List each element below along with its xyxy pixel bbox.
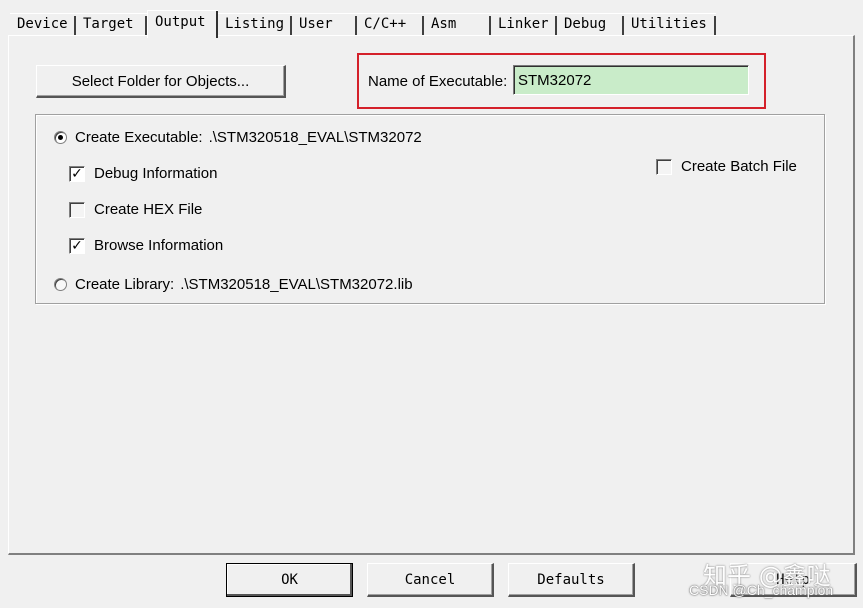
create-hex-option[interactable]: Create HEX File <box>69 201 202 218</box>
tab-label: Asm <box>431 16 457 32</box>
tab-label: Utilities <box>631 16 707 32</box>
create-batch-option[interactable]: Create Batch File <box>656 158 797 175</box>
debug-info-checkbox[interactable]: ✓ <box>69 165 85 182</box>
tab-target[interactable]: Target <box>76 13 147 36</box>
tab-cpp[interactable]: C/C++ <box>357 13 424 36</box>
tab-output[interactable]: Output <box>147 10 218 38</box>
debug-info-option[interactable]: ✓ Debug Information <box>69 165 217 182</box>
browse-info-option[interactable]: ✓ Browse Information <box>69 237 223 254</box>
tab-label: Linker <box>498 16 549 32</box>
ok-label: OK <box>281 572 298 588</box>
executable-path: .\STM320518_EVAL\STM32072 <box>208 129 422 146</box>
tab-label: Debug <box>564 16 607 32</box>
tab-bar: Device Target Output Listing User C/C++ … <box>10 10 855 38</box>
create-hex-checkbox[interactable] <box>69 201 85 218</box>
create-executable-option[interactable]: Create Executable: .\STM320518_EVAL\STM3… <box>54 129 422 146</box>
cancel-label: Cancel <box>404 571 456 588</box>
tab-label: User <box>299 16 333 32</box>
create-executable-radio[interactable] <box>54 131 67 144</box>
exe-name-label: Name of Executable: <box>368 73 508 90</box>
tab-asm[interactable]: Asm <box>424 13 491 36</box>
tab-user[interactable]: User <box>292 13 357 36</box>
create-library-radio[interactable] <box>54 278 67 291</box>
tab-debug[interactable]: Debug <box>557 13 624 36</box>
watermark-csdn: CSDN @Ch_champion <box>689 582 834 598</box>
browse-info-label: Browse Information <box>94 237 224 254</box>
tab-label: Target <box>83 16 134 32</box>
defaults-label: Defaults <box>537 571 605 588</box>
library-path: .\STM320518_EVAL\STM32072.lib <box>180 276 413 293</box>
cancel-button[interactable]: Cancel <box>367 563 494 597</box>
ok-button[interactable]: OK <box>226 563 353 597</box>
create-batch-label: Create Batch File <box>681 158 797 175</box>
create-library-label: Create Library: <box>75 276 175 293</box>
defaults-button[interactable]: Defaults <box>508 563 635 597</box>
tab-utilities[interactable]: Utilities <box>624 13 716 36</box>
select-folder-button[interactable]: Select Folder for Objects... <box>36 65 286 98</box>
exe-name-input[interactable] <box>513 65 749 95</box>
tab-device[interactable]: Device <box>10 13 76 36</box>
create-hex-label: Create HEX File <box>94 201 203 218</box>
create-library-option[interactable]: Create Library: .\STM320518_EVAL\STM3207… <box>54 276 413 293</box>
tab-label: Listing <box>225 16 285 32</box>
debug-info-label: Debug Information <box>94 165 218 182</box>
tab-label: Output <box>155 14 206 30</box>
select-folder-label: Select Folder for Objects... <box>71 72 250 90</box>
tab-label: C/C++ <box>364 16 407 32</box>
create-batch-checkbox[interactable] <box>656 158 672 175</box>
create-executable-label: Create Executable: <box>75 129 203 146</box>
tab-label: Device <box>17 16 68 32</box>
tab-linker[interactable]: Linker <box>491 13 557 36</box>
browse-info-checkbox[interactable]: ✓ <box>69 237 85 254</box>
tab-listing[interactable]: Listing <box>218 13 292 36</box>
